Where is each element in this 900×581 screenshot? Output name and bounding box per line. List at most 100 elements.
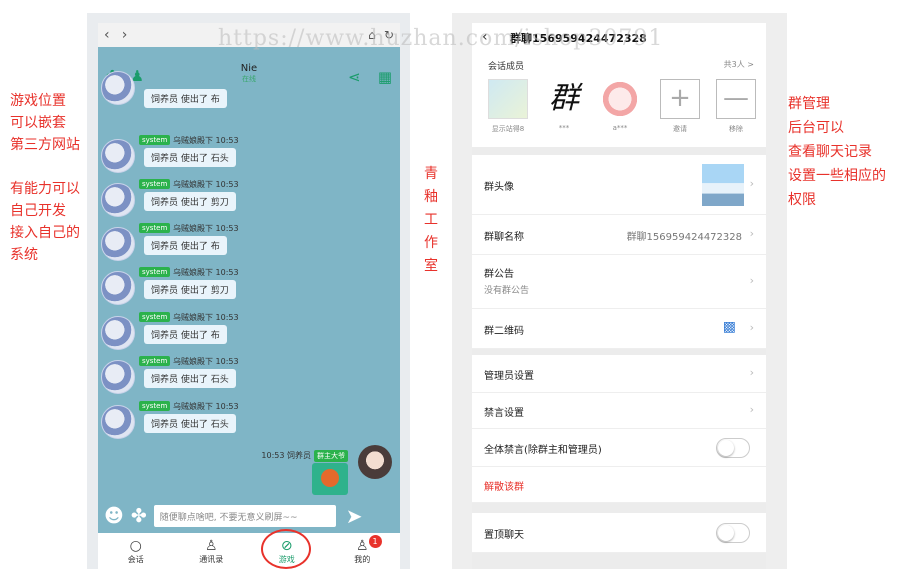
avatar[interactable] <box>101 71 135 105</box>
row-label: 群公告 <box>484 269 514 280</box>
avatar[interactable] <box>101 271 135 305</box>
member-item[interactable]: 群 *** <box>542 79 586 132</box>
note-line: 设置一些相应的 <box>788 168 886 184</box>
group-notice-row[interactable]: 群公告 没有群公告 › <box>472 255 766 309</box>
message-bubble: 饲养员 使出了 布 <box>144 325 227 344</box>
my-message-meta: 10:53 饲养员 群主大爷 <box>261 450 348 462</box>
profile-icon: ♙ <box>355 538 369 554</box>
list-item: system 乌贼娘殿下 10:53 饲养员 使出了 布 <box>101 223 301 263</box>
message-input[interactable]: 随便聊点啥吧, 不要无意义刷屏~~ <box>153 505 336 527</box>
tab-me[interactable]: 1 ♙ 我的 <box>325 533 401 569</box>
message-bubble: 饲养员 使出了 石头 <box>144 369 236 388</box>
sticker-image[interactable] <box>312 463 348 495</box>
group-name-row[interactable]: 群聊名称 群聊156959424472328 › <box>472 215 766 255</box>
grid-icon[interactable]: ▦ <box>378 68 392 86</box>
chevron-right-icon: › <box>749 177 754 190</box>
row-label: 群二维码 <box>484 326 524 337</box>
avatar[interactable] <box>101 360 135 394</box>
game-chat-phone: ‹ › ⌂ ↻ ✤ ♟ Nie 在线 ⋖ ▦ <box>87 13 410 569</box>
my-message: 10:53 饲养员 群主大爷 <box>212 445 392 505</box>
notice-value: 没有群公告 <box>484 286 530 296</box>
highlight-ring <box>261 529 311 569</box>
members-count-link[interactable]: 共3人 > <box>724 59 754 70</box>
forward-arrow-icon[interactable]: › <box>122 27 128 43</box>
message-bubble: 饲养员 使出了 剪刀 <box>144 280 236 299</box>
note-char: 青 <box>424 166 438 182</box>
avatar[interactable] <box>101 227 135 261</box>
settings-header: ‹ 群聊156959424472328 <box>472 23 766 53</box>
avatar: 群 <box>549 81 579 116</box>
note-line: 后台可以 <box>788 120 844 136</box>
sender-name: 乌贼娘殿下 10:53 <box>173 402 239 411</box>
avatar[interactable] <box>101 183 135 217</box>
member-item[interactable]: 显示站得8 <box>486 79 530 134</box>
group-qr-row[interactable]: 群二维码 ▩ › <box>472 309 766 349</box>
note-line: 接入自己的 <box>10 225 80 241</box>
chevron-right-icon: › <box>749 403 754 416</box>
avatar[interactable] <box>101 405 135 439</box>
screenshot-root: https://www.huzhan.com/ishop30791 游戏位置 可… <box>0 0 900 581</box>
row-label: 禁言设置 <box>484 408 524 419</box>
system-badge: system <box>139 135 171 145</box>
tab-contacts[interactable]: ♙ 通讯录 <box>174 533 250 569</box>
member-name: a*** <box>612 124 628 132</box>
note-char: 作 <box>424 235 438 251</box>
pin-chat-row: 置顶聊天 <box>472 513 766 553</box>
note-line: 群管理 <box>788 96 830 112</box>
admin-settings-row[interactable]: 管理员设置 › <box>472 355 766 393</box>
avatar <box>488 79 528 119</box>
note-line: 查看聊天记录 <box>788 144 872 160</box>
group-settings-screen: ‹ 群聊156959424472328 会话成员 共3人 > 显示站得8 群 *… <box>472 23 766 569</box>
dissolve-group-row[interactable]: 解散该群 <box>472 467 766 503</box>
chat-input-bar: ☻ ✤ 随便聊点啥吧, 不要无意义刷屏~~ ➤ <box>98 499 400 533</box>
mute-settings-row[interactable]: 禁言设置 › <box>472 393 766 429</box>
list-item: system 乌贼娘殿下 10:53 饲养员 使出了 布 <box>101 312 301 352</box>
remove-member-button[interactable]: — 移除 <box>714 79 758 134</box>
note-char: 釉 <box>424 189 438 205</box>
refresh-icon[interactable]: ↻ <box>384 28 394 42</box>
home-icon[interactable]: ⌂ <box>368 28 376 42</box>
list-item: 饲养员 使出了 布 <box>101 67 301 108</box>
group-avatar-row[interactable]: 群头像 › <box>472 155 766 215</box>
avatar[interactable] <box>101 139 135 173</box>
plus-icon: + <box>660 79 700 119</box>
note-line: 第三方网站 <box>10 137 80 153</box>
group-settings-phone: ‹ 群聊156959424472328 会话成员 共3人 > 显示站得8 群 *… <box>452 13 787 569</box>
message-list[interactable]: 饲养员 使出了 布 system 乌贼娘殿下 10:53 饲养员 使出了 石头 … <box>98 71 400 499</box>
member-item[interactable]: a*** <box>598 79 642 132</box>
left-annotation: 游戏位置 可以嵌套 第三方网站 有能力可以 自己开发 接入自己的 系统 <box>10 90 95 266</box>
sender-name: 乌贼娘殿下 10:53 <box>173 180 239 189</box>
member-name: *** <box>558 124 570 132</box>
note-line: 自己开发 <box>10 203 66 219</box>
back-arrow-icon[interactable]: ‹ <box>104 27 110 43</box>
apps-icon[interactable]: ✤ <box>131 505 147 527</box>
share-icon[interactable]: ⋖ <box>348 68 361 86</box>
sender-name: 乌贼娘殿下 10:53 <box>173 268 239 277</box>
note-char: 工 <box>424 212 438 228</box>
tab-label: 通讯录 <box>199 555 224 564</box>
dissolve-group-button[interactable]: 解散该群 <box>484 478 524 493</box>
mute-all-toggle[interactable] <box>716 438 750 458</box>
row-label: 群聊名称 <box>484 232 524 243</box>
avatar[interactable] <box>101 316 135 350</box>
sender-name: 乌贼娘殿下 10:53 <box>173 136 239 145</box>
emoji-icon[interactable]: ☻ <box>104 505 124 527</box>
message-bubble: 饲养员 使出了 石头 <box>144 148 236 167</box>
invite-member-button[interactable]: + 邀请 <box>658 79 702 134</box>
list-item: system 乌贼娘殿下 10:53 饲养员 使出了 石头 <box>101 135 301 175</box>
back-arrow-icon[interactable]: ‹ <box>482 29 488 45</box>
avatar[interactable] <box>358 445 392 479</box>
tab-games[interactable]: ⊘ 游戏 <box>249 529 325 569</box>
member-name: 显示站得8 <box>491 125 525 133</box>
note-line: 系统 <box>10 247 38 263</box>
note-line: 游戏位置 <box>10 93 66 109</box>
pin-chat-toggle[interactable] <box>716 523 750 543</box>
group-name-value: 群聊156959424472328 <box>626 232 742 243</box>
tab-label: 会话 <box>127 555 144 564</box>
mute-all-row: 全体禁言(除群主和管理员) <box>472 429 766 467</box>
members-label: 会话成员 <box>488 62 525 72</box>
system-badge: system <box>139 179 171 189</box>
tab-conversations[interactable]: ○ 会话 <box>98 533 174 569</box>
send-icon[interactable]: ➤ <box>346 504 363 528</box>
message-bubble: 饲养员 使出了 布 <box>144 89 227 108</box>
